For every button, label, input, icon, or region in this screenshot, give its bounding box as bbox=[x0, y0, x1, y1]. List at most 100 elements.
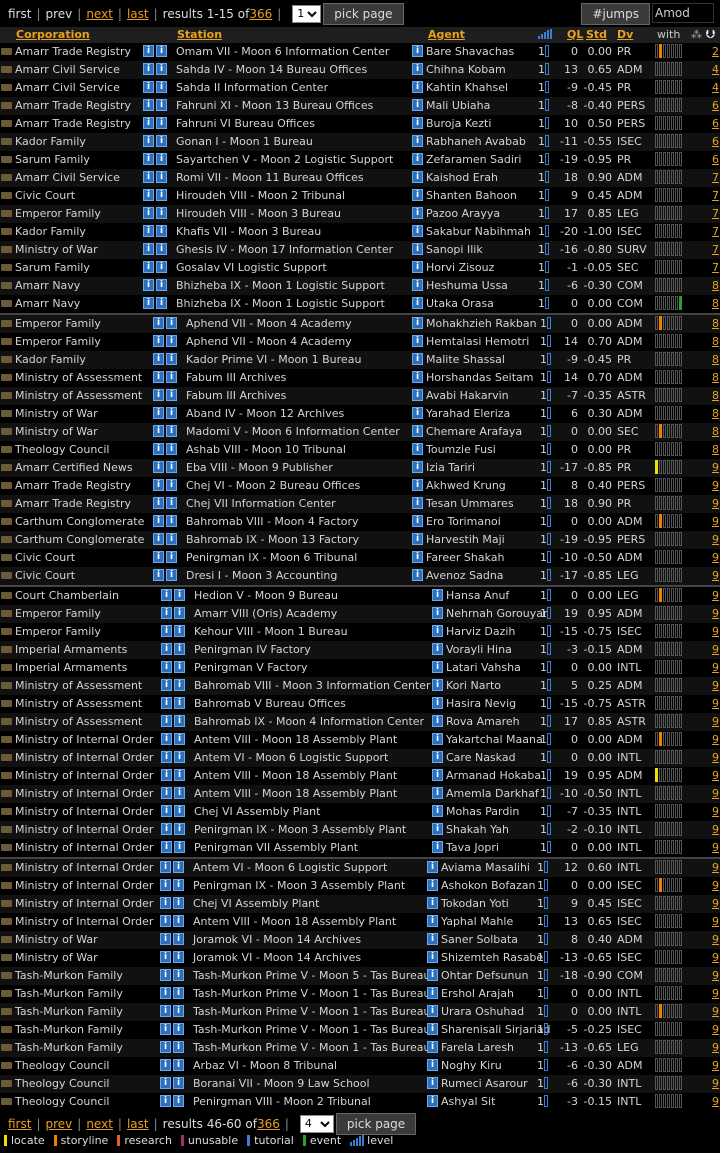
info-icon[interactable]: i bbox=[166, 515, 177, 527]
agent-name[interactable]: Care Naskad bbox=[446, 751, 516, 764]
info-icon[interactable]: i bbox=[412, 99, 423, 111]
info-icon[interactable]: i bbox=[143, 279, 154, 291]
agent-name[interactable]: Bare Shavachas bbox=[426, 45, 514, 58]
info-icon[interactable]: i bbox=[432, 625, 443, 637]
info-icon[interactable]: i bbox=[166, 479, 177, 491]
corporation-name[interactable]: Ministry of Internal Order bbox=[15, 733, 153, 746]
agent-name[interactable]: Mohakhzieh Rakban bbox=[426, 317, 537, 330]
info-icon[interactable]: i bbox=[173, 915, 184, 927]
station-name[interactable]: Penirgman VIII - Moon 2 Tribunal bbox=[193, 1095, 371, 1108]
next-link[interactable]: next bbox=[86, 1117, 113, 1131]
station-name[interactable]: Tash-Murkon Prime V - Moon 1 - Tas Burea… bbox=[193, 1023, 430, 1036]
results-total[interactable]: 366 bbox=[257, 1117, 280, 1131]
info-icon[interactable]: i bbox=[166, 569, 177, 581]
info-icon[interactable]: i bbox=[412, 63, 423, 75]
agent-name[interactable]: Armanad Hokaba bbox=[446, 769, 541, 782]
corporation-name[interactable]: Carthum Conglomerate bbox=[15, 515, 144, 528]
info-icon[interactable]: i bbox=[432, 787, 443, 799]
station-name[interactable]: Antem VIII - Moon 18 Assembly Plant bbox=[194, 787, 397, 800]
info-icon[interactable]: i bbox=[432, 679, 443, 691]
info-icon[interactable]: i bbox=[166, 461, 177, 473]
jumps-link[interactable]: 9 bbox=[712, 787, 719, 800]
info-icon[interactable]: i bbox=[412, 425, 423, 437]
corporation-name[interactable]: Amarr Trade Registry bbox=[15, 99, 131, 112]
agent-name[interactable]: Saner Solbata bbox=[441, 933, 518, 946]
corporation-name[interactable]: Ministry of Internal Order bbox=[15, 823, 153, 836]
info-icon[interactable]: i bbox=[153, 317, 164, 329]
info-icon[interactable]: i bbox=[156, 117, 167, 129]
jumps-link[interactable]: 9 bbox=[712, 1023, 719, 1036]
agent-name[interactable]: Ohtar Defsunun bbox=[441, 969, 528, 982]
info-icon[interactable]: i bbox=[173, 969, 184, 981]
corporation-name[interactable]: Ministry of War bbox=[15, 407, 98, 420]
info-icon[interactable]: i bbox=[156, 63, 167, 75]
info-icon[interactable]: i bbox=[412, 569, 423, 581]
jumps-link[interactable]: 7 bbox=[712, 225, 719, 238]
jumps-link[interactable]: 9 bbox=[712, 679, 719, 692]
corporation-name[interactable]: Kador Family bbox=[15, 353, 86, 366]
jumps-button[interactable]: #jumps bbox=[581, 3, 650, 25]
station-name[interactable]: Fahruni VI Bureau Offices bbox=[176, 117, 315, 130]
info-icon[interactable]: i bbox=[173, 1005, 184, 1017]
info-icon[interactable]: i bbox=[166, 407, 177, 419]
info-icon[interactable]: i bbox=[161, 733, 172, 745]
jumps-link[interactable]: 9 bbox=[712, 569, 719, 582]
corporation-name[interactable]: Ministry of War bbox=[15, 933, 98, 946]
info-icon[interactable]: i bbox=[173, 897, 184, 909]
station-name[interactable]: Bhizheba IX - Moon 1 Logistic Support bbox=[176, 297, 385, 310]
corporation-name[interactable]: Emperor Family bbox=[15, 607, 101, 620]
info-icon[interactable]: i bbox=[160, 1005, 171, 1017]
station-name[interactable]: Sahda IV - Moon 14 Bureau Offices bbox=[176, 63, 367, 76]
corporation-name[interactable]: Civic Court bbox=[15, 551, 75, 564]
station-name[interactable]: Sahda II Information Center bbox=[176, 81, 328, 94]
jumps-link[interactable]: 9 bbox=[712, 1077, 719, 1090]
jumps-link[interactable]: 9 bbox=[712, 497, 719, 510]
info-icon[interactable]: i bbox=[412, 407, 423, 419]
station-name[interactable]: Bahromab VIII - Moon 3 Information Cente… bbox=[194, 679, 431, 692]
info-icon[interactable]: i bbox=[174, 589, 185, 601]
station-name[interactable]: Penirgman IX - Moon 3 Assembly Plant bbox=[194, 823, 406, 836]
info-icon[interactable]: i bbox=[166, 371, 177, 383]
station-name[interactable]: Penirgman IX - Moon 3 Assembly Plant bbox=[193, 879, 405, 892]
page-select[interactable]: 4 bbox=[299, 1114, 334, 1133]
info-icon[interactable]: i bbox=[412, 225, 423, 237]
info-icon[interactable]: i bbox=[143, 189, 154, 201]
jumps-link[interactable]: 7 bbox=[712, 261, 719, 274]
jumps-link[interactable]: 9 bbox=[712, 1095, 719, 1108]
agent-name[interactable]: Izia Tariri bbox=[426, 461, 475, 474]
info-icon[interactable]: i bbox=[173, 1041, 184, 1053]
station-name[interactable]: Antem VI - Moon 6 Logistic Support bbox=[193, 861, 387, 874]
info-icon[interactable]: i bbox=[166, 335, 177, 347]
jumps-link[interactable]: 9 bbox=[712, 733, 719, 746]
station-name[interactable]: Gonan I - Moon 1 Bureau bbox=[176, 135, 313, 148]
info-icon[interactable]: i bbox=[174, 607, 185, 619]
info-icon[interactable]: i bbox=[160, 951, 171, 963]
jumps-link[interactable]: 8 bbox=[712, 425, 719, 438]
info-icon[interactable]: i bbox=[143, 63, 154, 75]
info-icon[interactable]: i bbox=[174, 787, 185, 799]
corporation-name[interactable]: Sarum Family bbox=[15, 261, 90, 274]
corporation-name[interactable]: Ministry of Internal Order bbox=[15, 787, 153, 800]
corporation-name[interactable]: Emperor Family bbox=[15, 625, 101, 638]
corporation-name[interactable]: Theology Council bbox=[15, 443, 109, 456]
agent-name[interactable]: Farela Laresh bbox=[441, 1041, 514, 1054]
info-icon[interactable]: i bbox=[153, 407, 164, 419]
agent-name[interactable]: Horvi Zisouz bbox=[426, 261, 494, 274]
info-icon[interactable]: i bbox=[412, 207, 423, 219]
info-icon[interactable]: i bbox=[173, 1077, 184, 1089]
info-icon[interactable]: i bbox=[427, 1005, 438, 1017]
info-icon[interactable]: i bbox=[156, 45, 167, 57]
jumps-link[interactable]: 9 bbox=[712, 607, 719, 620]
agent-name[interactable]: Rumeci Asarour bbox=[441, 1077, 528, 1090]
agent-name[interactable]: Avabi Hakarvin bbox=[426, 389, 509, 402]
info-icon[interactable]: i bbox=[160, 897, 171, 909]
corporation-name[interactable]: Ministry of Assessment bbox=[15, 715, 142, 728]
info-icon[interactable]: i bbox=[143, 99, 154, 111]
station-name[interactable]: Penirgman V Factory bbox=[194, 661, 307, 674]
station-name[interactable]: Eba VIII - Moon 9 Publisher bbox=[186, 461, 333, 474]
corporation-name[interactable]: Civic Court bbox=[15, 569, 75, 582]
jumps-link[interactable]: 9 bbox=[712, 1041, 719, 1054]
station-name[interactable]: Hiroudeh VIII - Moon 3 Bureau bbox=[176, 207, 341, 220]
corporation-name[interactable]: Kador Family bbox=[15, 135, 86, 148]
corporation-name[interactable]: Amarr Trade Registry bbox=[15, 479, 131, 492]
